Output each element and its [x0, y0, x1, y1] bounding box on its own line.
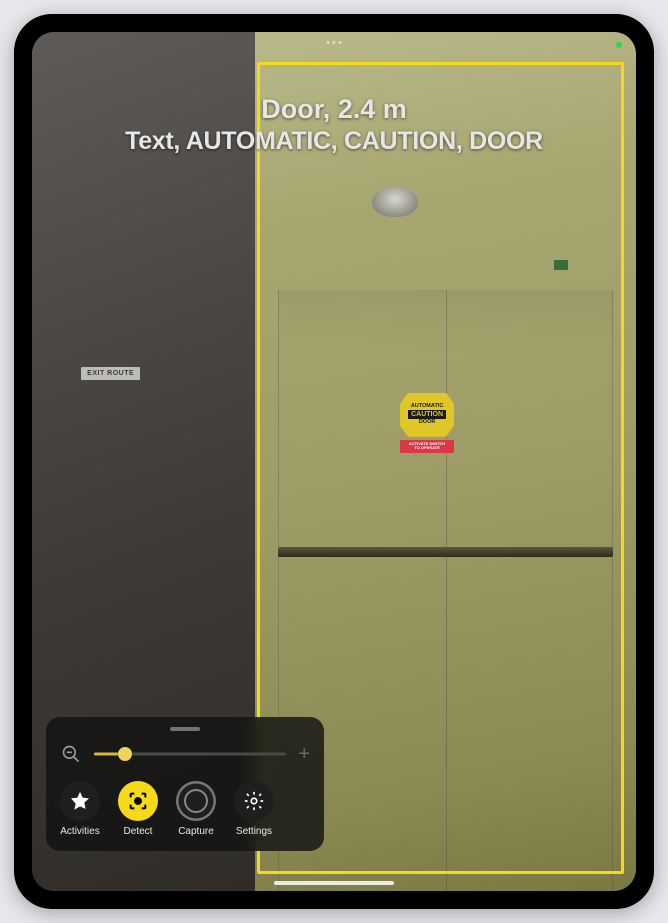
- settings-button[interactable]: Settings: [234, 781, 274, 837]
- settings-label: Settings: [236, 826, 272, 837]
- panel-grabber-handle[interactable]: [170, 727, 200, 731]
- caution-bottom-text: DOOR: [419, 419, 436, 426]
- activities-label: Activities: [60, 826, 99, 837]
- caution-sub-label: ACTIVATE SWITCH TO OPERATE: [400, 440, 454, 453]
- zoom-slider[interactable]: [94, 744, 286, 764]
- detect-button[interactable]: Detect: [118, 781, 158, 837]
- gear-icon: [234, 781, 274, 821]
- capture-icon: [176, 781, 216, 821]
- door-divider: [446, 290, 447, 891]
- detect-label: Detect: [124, 826, 153, 837]
- multitask-dots-icon[interactable]: [327, 41, 342, 44]
- magnifier-control-panel[interactable]: + Activities: [46, 717, 324, 851]
- zoom-row: +: [60, 743, 310, 765]
- screen: EXIT ROUTE AUTOMATIC CAUTION DOOR: [32, 32, 636, 891]
- control-button-row: Activities Detect: [60, 781, 310, 837]
- ceiling-lamp: [370, 187, 420, 237]
- camera-in-use-indicator: [616, 42, 622, 48]
- ipad-device-frame: EXIT ROUTE AUTOMATIC CAUTION DOOR: [14, 14, 654, 909]
- zoom-out-icon[interactable]: [60, 743, 82, 765]
- star-icon: [60, 781, 100, 821]
- detection-line-1: Door, 2.4 m: [52, 94, 616, 125]
- caution-sign: AUTOMATIC CAUTION DOOR ACTIVATE SWITCH T…: [400, 393, 454, 453]
- caution-top-text: AUTOMATIC: [411, 403, 444, 410]
- door-push-bar: [278, 547, 613, 557]
- detect-icon: [118, 781, 158, 821]
- caution-mid-text: CAUTION: [408, 410, 446, 419]
- green-exit-sign: [554, 260, 568, 270]
- zoom-in-icon[interactable]: +: [298, 744, 310, 764]
- detection-line-2: Text, AUTOMATIC, CAUTION, DOOR: [52, 127, 616, 156]
- capture-label: Capture: [178, 826, 214, 837]
- activities-button[interactable]: Activities: [60, 781, 100, 837]
- zoom-slider-thumb[interactable]: [118, 747, 132, 761]
- capture-button[interactable]: Capture: [176, 781, 216, 837]
- detection-readout: Door, 2.4 m Text, AUTOMATIC, CAUTION, DO…: [32, 94, 636, 156]
- home-indicator[interactable]: [274, 881, 394, 885]
- exit-route-sign: EXIT ROUTE: [81, 367, 140, 380]
